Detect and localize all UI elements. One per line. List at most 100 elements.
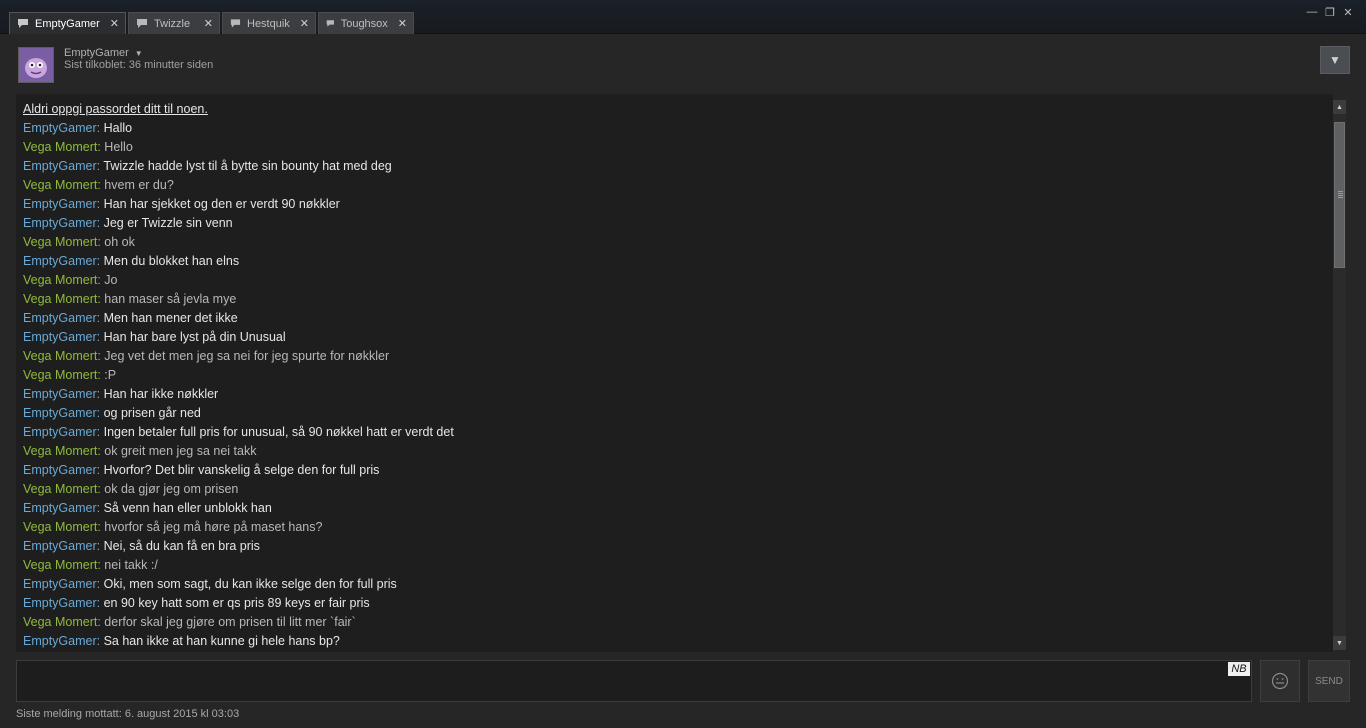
chat-message: Vega Momert: han maser så jevla mye: [23, 290, 1333, 309]
message-sender[interactable]: EmptyGamer: [23, 197, 97, 211]
sender-separator: :: [96, 387, 104, 401]
close-icon[interactable]: ✕: [300, 17, 309, 30]
message-sender[interactable]: EmptyGamer: [23, 577, 97, 591]
scroll-up-icon[interactable]: ▲: [1333, 100, 1346, 114]
chat-message: EmptyGamer: Han har bare lyst på din Unu…: [23, 328, 1333, 347]
tab-strip: EmptyGamer ✕ Twizzle ✕ Hestquik ✕ Toughs…: [9, 12, 416, 34]
chat-message: Vega Momert: ok greit men jeg sa nei tak…: [23, 442, 1333, 461]
username: EmptyGamer: [64, 47, 129, 59]
username-menu[interactable]: EmptyGamer ▼: [64, 47, 143, 59]
tab-label: Toughsox: [340, 17, 388, 30]
message-text: Jo: [104, 273, 118, 287]
message-sender[interactable]: Vega Momert: [23, 292, 97, 306]
message-sender[interactable]: EmptyGamer: [23, 463, 97, 477]
chat-scrollbar[interactable]: ▲ ▼: [1333, 100, 1346, 650]
message-sender[interactable]: Vega Momert: [23, 235, 97, 249]
message-text: Men du blokket han elns: [103, 254, 240, 268]
message-sender[interactable]: EmptyGamer: [23, 425, 97, 439]
grip-icon: [1338, 191, 1343, 199]
message-text: Men han mener det ikke: [103, 311, 238, 325]
message-sender[interactable]: Vega Momert: [23, 368, 97, 382]
message-text: Hello: [104, 140, 133, 154]
message-sender[interactable]: EmptyGamer: [23, 311, 97, 325]
chat-header: EmptyGamer ▼ Sist tilkoblet: 36 minutter…: [9, 35, 1358, 93]
send-button[interactable]: SEND: [1308, 660, 1350, 702]
smiley-icon: [1271, 672, 1289, 690]
message-sender[interactable]: EmptyGamer: [23, 159, 97, 173]
avatar[interactable]: [18, 47, 54, 83]
tab-toughsox[interactable]: Toughsox ✕: [318, 12, 415, 34]
chat-message: Vega Momert: ok da gjør jeg om prisen: [23, 480, 1333, 499]
message-text: ok greit men jeg sa nei takk: [104, 444, 257, 458]
window-controls: — ❐ ✕: [1306, 6, 1354, 19]
chat-options-button[interactable]: ▼: [1320, 46, 1350, 74]
message-sender[interactable]: EmptyGamer: [23, 406, 97, 420]
tab-label: Twizzle: [154, 17, 191, 30]
tab-emptygamer[interactable]: EmptyGamer ✕: [9, 12, 127, 34]
message-text: Twizzle hadde lyst til å bytte sin bount…: [103, 159, 392, 173]
chat-message: Vega Momert: derfor skal jeg gjøre om pr…: [23, 613, 1333, 632]
chat-message: EmptyGamer: Men han mener det ikke: [23, 309, 1333, 328]
message-sender[interactable]: Vega Momert: [23, 178, 97, 192]
scroll-down-icon[interactable]: ▼: [1333, 636, 1346, 650]
message-sender[interactable]: EmptyGamer: [23, 387, 97, 401]
message-sender[interactable]: Vega Momert: [23, 444, 97, 458]
message-sender[interactable]: EmptyGamer: [23, 254, 97, 268]
message-sender[interactable]: Vega Momert: [23, 520, 97, 534]
chat-message: EmptyGamer: Sa han ikke at han kunne gi …: [23, 632, 1333, 651]
tab-twizzle[interactable]: Twizzle ✕: [128, 12, 221, 34]
chat-message: Vega Momert: nei takk :/: [23, 556, 1333, 575]
message-sender[interactable]: EmptyGamer: [23, 330, 97, 344]
message-text: Så venn han eller unblokk han: [103, 501, 272, 515]
sender-separator: :: [96, 254, 104, 268]
message-text: Hvorfor? Det blir vanskelig å selge den …: [103, 463, 380, 477]
scroll-thumb[interactable]: [1334, 122, 1345, 268]
tab-label: Hestquik: [247, 17, 290, 30]
message-list: Aldri oppgi passordet ditt til noen. Emp…: [23, 100, 1333, 651]
message-text: Nei, så du kan få en bra pris: [103, 539, 260, 553]
message-text: Han har ikke nøkkler: [103, 387, 219, 401]
sender-separator: :: [96, 596, 104, 610]
chat-message: EmptyGamer: og prisen går ned: [23, 404, 1333, 423]
message-sender[interactable]: Vega Momert: [23, 615, 97, 629]
tab-hestquik[interactable]: Hestquik ✕: [222, 12, 317, 34]
sender-separator: :: [96, 330, 104, 344]
minimize-icon[interactable]: —: [1306, 6, 1318, 18]
message-input[interactable]: NB: [16, 660, 1252, 702]
sender-separator: :: [96, 634, 104, 648]
chat-message: EmptyGamer: Twizzle hadde lyst til å byt…: [23, 157, 1333, 176]
message-sender[interactable]: Vega Momert: [23, 349, 97, 363]
emoticon-button[interactable]: [1260, 660, 1300, 702]
message-sender[interactable]: Vega Momert: [23, 273, 97, 287]
close-window-icon[interactable]: ✕: [1342, 6, 1354, 19]
message-sender[interactable]: Vega Momert: [23, 140, 97, 154]
chat-message: EmptyGamer: Hvorfor? Det blir vanskelig …: [23, 461, 1333, 480]
message-sender[interactable]: EmptyGamer: [23, 216, 97, 230]
close-icon[interactable]: ✕: [398, 17, 407, 30]
message-sender[interactable]: EmptyGamer: [23, 634, 97, 648]
message-text: Jeg er Twizzle sin venn: [103, 216, 233, 230]
message-text: og prisen går ned: [103, 406, 201, 420]
chat-message: Vega Momert: hvorfor så jeg må høre på m…: [23, 518, 1333, 537]
message-sender[interactable]: Vega Momert: [23, 482, 97, 496]
chat-message: EmptyGamer: Så venn han eller unblokk ha…: [23, 499, 1333, 518]
chat-message: EmptyGamer: Nei, så du kan få en bra pri…: [23, 537, 1333, 556]
close-icon[interactable]: ✕: [110, 17, 119, 30]
message-text: Han har bare lyst på din Unusual: [103, 330, 286, 344]
message-sender[interactable]: EmptyGamer: [23, 539, 97, 553]
sender-separator: :: [96, 406, 104, 420]
message-sender[interactable]: EmptyGamer: [23, 501, 97, 515]
restore-icon[interactable]: ❐: [1324, 6, 1336, 19]
chat-message: EmptyGamer: Han har ikke nøkkler: [23, 385, 1333, 404]
message-sender[interactable]: EmptyGamer: [23, 121, 97, 135]
message-text: Jeg vet det men jeg sa nei for jeg spurt…: [104, 349, 390, 363]
chat-bubble-icon: [137, 19, 148, 28]
chat-message: EmptyGamer: Hallo: [23, 119, 1333, 138]
message-sender[interactable]: EmptyGamer: [23, 596, 97, 610]
close-icon[interactable]: ✕: [204, 17, 213, 30]
message-text: :P: [104, 368, 117, 382]
title-bar: EmptyGamer ✕ Twizzle ✕ Hestquik ✕ Toughs…: [0, 0, 1366, 34]
message-sender[interactable]: Vega Momert: [23, 558, 97, 572]
message-text: hvorfor så jeg må høre på maset hans?: [104, 520, 323, 534]
message-text: Hallo: [103, 121, 133, 135]
